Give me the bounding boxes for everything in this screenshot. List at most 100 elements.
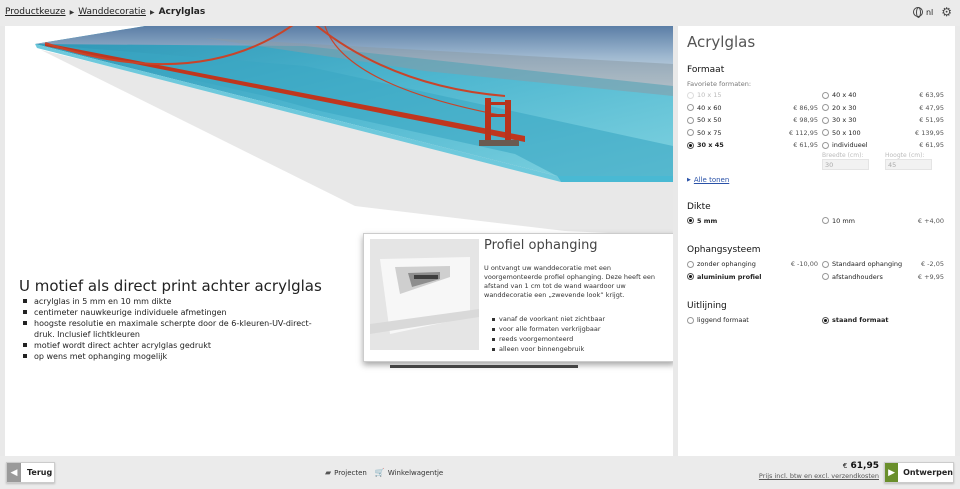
option-price: € +9,95	[917, 272, 944, 281]
format-option[interactable]: 40 x 40 € 63,95	[822, 89, 948, 102]
radio-icon	[822, 116, 829, 124]
top-bar: Productkeuze ▶ Wanddecoratie ▶ Acrylglas…	[0, 0, 960, 26]
format-option[interactable]: individueel € 61,95	[822, 139, 948, 152]
currency-symbol: €	[842, 462, 848, 470]
height-field[interactable]: 45	[885, 158, 932, 170]
total-price: € 61,95	[759, 461, 879, 471]
orientation-option[interactable]: liggend formaat	[687, 314, 822, 327]
cart-link[interactable]: 🛒 Winkelwagentje	[375, 468, 443, 477]
option-label: afstandhouders	[832, 272, 883, 281]
format-option[interactable]: 40 x 60 € 86,95	[687, 102, 822, 115]
option-price: € 51,95	[919, 116, 944, 125]
radio-icon	[687, 273, 694, 281]
top-right-tools: nl ⚙	[912, 6, 952, 18]
section-title-ophangsysteem: Ophangsysteem	[687, 245, 761, 255]
custom-size-fields: Breedte (cm): 30 Hoogte (cm): 45	[687, 152, 947, 170]
radio-icon	[687, 116, 694, 124]
language-label: nl	[925, 7, 934, 17]
list-item: voor alle formaten verkrijgbaar	[492, 324, 605, 334]
radio-icon	[687, 217, 694, 225]
option-label: staand formaat	[832, 316, 889, 325]
gear-icon[interactable]: ⚙	[941, 6, 952, 18]
option-label: Standaard ophanging	[832, 260, 903, 269]
radio-icon	[822, 104, 829, 112]
option-price: € 112,95	[789, 128, 818, 137]
format-option[interactable]: 30 x 45 € 61,95	[687, 139, 822, 152]
breadcrumb-link-wanddecoratie[interactable]: Wanddecoratie	[78, 7, 146, 17]
option-label: 30 x 45	[697, 141, 724, 150]
thickness-option[interactable]: 10 mm € +4,00	[822, 215, 948, 228]
format-option[interactable]: 20 x 30 € 47,95	[822, 102, 948, 115]
option-price: € 139,95	[915, 128, 944, 137]
hanging-options: zonder ophanging € -10,00 Standaard ophan…	[687, 258, 947, 283]
format-option[interactable]: 10 x 15	[687, 89, 822, 102]
radio-icon	[687, 104, 694, 112]
format-option[interactable]: 50 x 50 € 98,95	[687, 114, 822, 127]
radio-icon	[822, 91, 829, 99]
height-label: Hoogte (cm):	[885, 151, 925, 159]
option-label: zonder ophanging	[697, 260, 756, 269]
thickness-option[interactable]: 5 mm	[687, 215, 822, 228]
hanging-option[interactable]: aluminium profiel	[687, 271, 822, 284]
option-price: € -10,00	[790, 260, 818, 269]
feature-item: centimeter nauwkeurige individuele afmet…	[23, 307, 323, 318]
price-value: 61,95	[850, 461, 879, 471]
breadcrumb-link-productkeuze[interactable]: Productkeuze	[5, 7, 66, 17]
hanging-option[interactable]: afstandhouders € +9,95	[822, 271, 948, 284]
option-label: 50 x 75	[697, 128, 722, 137]
option-label: aluminium profiel	[697, 272, 762, 281]
orientation-options: liggend formaat staand formaat	[687, 314, 947, 327]
hanging-option[interactable]: zonder ophanging € -10,00	[687, 258, 822, 271]
product-title: U motief als direct print achter acrylgl…	[19, 277, 322, 295]
orientation-option[interactable]: staand formaat	[822, 314, 948, 327]
profile-hanging-description: U ontvangt uw wanddecoratie met een voor…	[484, 264, 655, 299]
option-label: 30 x 30	[832, 116, 857, 125]
profile-hanging-bullets: vanaf de voorkant niet zichtbaar voor al…	[492, 314, 605, 354]
option-price: € 47,95	[919, 103, 944, 112]
option-label: liggend formaat	[697, 316, 749, 325]
breadcrumb: Productkeuze ▶ Wanddecoratie ▶ Acrylglas	[5, 7, 205, 17]
radio-icon	[687, 316, 694, 324]
acrylic-panel-image	[35, 26, 673, 236]
option-label: individueel	[832, 141, 868, 150]
caret-right-icon: ▶	[687, 176, 691, 183]
format-option[interactable]: 50 x 75 € 112,95	[687, 127, 822, 140]
option-price: € 61,95	[793, 141, 818, 150]
format-options: 10 x 15 40 x 40 € 63,95 40 x 60 € 86,95 20…	[687, 89, 947, 152]
format-option[interactable]: 50 x 100 € 139,95	[822, 127, 948, 140]
radio-icon	[687, 141, 694, 149]
feature-item: acrylglas in 5 mm en 10 mm dikte	[23, 296, 323, 307]
format-option[interactable]: 30 x 30 € 51,95	[822, 114, 948, 127]
bottom-bar: ◀ Terug ▰ Projecten 🛒 Winkelwagentje € 61,…	[0, 456, 960, 489]
projects-link[interactable]: ▰ Projecten	[325, 468, 367, 477]
radio-icon	[822, 260, 829, 268]
radio-icon	[822, 273, 829, 281]
options-panel: Acrylglas Formaat Favoriete formaten: 10…	[678, 26, 955, 456]
profile-hanging-title: Profiel ophanging	[484, 238, 598, 253]
radio-icon	[687, 91, 694, 99]
option-label: 40 x 40	[832, 91, 857, 100]
option-label: 40 x 60	[697, 103, 722, 112]
breadcrumb-current: Acrylglas	[158, 7, 206, 17]
show-all-label: Alle tonen	[693, 175, 730, 184]
option-price: € 61,95	[919, 141, 944, 150]
radio-icon	[687, 129, 694, 137]
price-note-link[interactable]: Prijs incl. btw en excl. verzendkosten	[759, 472, 879, 480]
profile-hanging-image	[370, 239, 479, 350]
option-price: € +4,00	[917, 216, 944, 225]
favorites-label: Favoriete formaten:	[687, 80, 752, 88]
language-selector[interactable]: nl	[912, 7, 934, 18]
footer-links: ▰ Projecten 🛒 Winkelwagentje	[325, 468, 443, 477]
section-title-formaat: Formaat	[687, 65, 725, 75]
design-button[interactable]: ▶ Ontwerpen	[884, 462, 954, 483]
cart-label: Winkelwagentje	[387, 469, 444, 477]
back-button[interactable]: ◀ Terug	[6, 462, 55, 483]
width-field[interactable]: 30	[822, 158, 869, 170]
feature-item: op wens met ophanging mogelijk	[23, 351, 323, 362]
show-all-link[interactable]: ▶ Alle tonen	[687, 176, 947, 184]
panel-title: Acrylglas	[687, 33, 756, 51]
radio-icon	[822, 141, 829, 149]
breadcrumb-separator-icon: ▶	[69, 8, 75, 16]
hanging-option[interactable]: Standaard ophanging € -2,05	[822, 258, 948, 271]
price-box: € 61,95 Prijs incl. btw en excl. verzend…	[759, 461, 879, 480]
